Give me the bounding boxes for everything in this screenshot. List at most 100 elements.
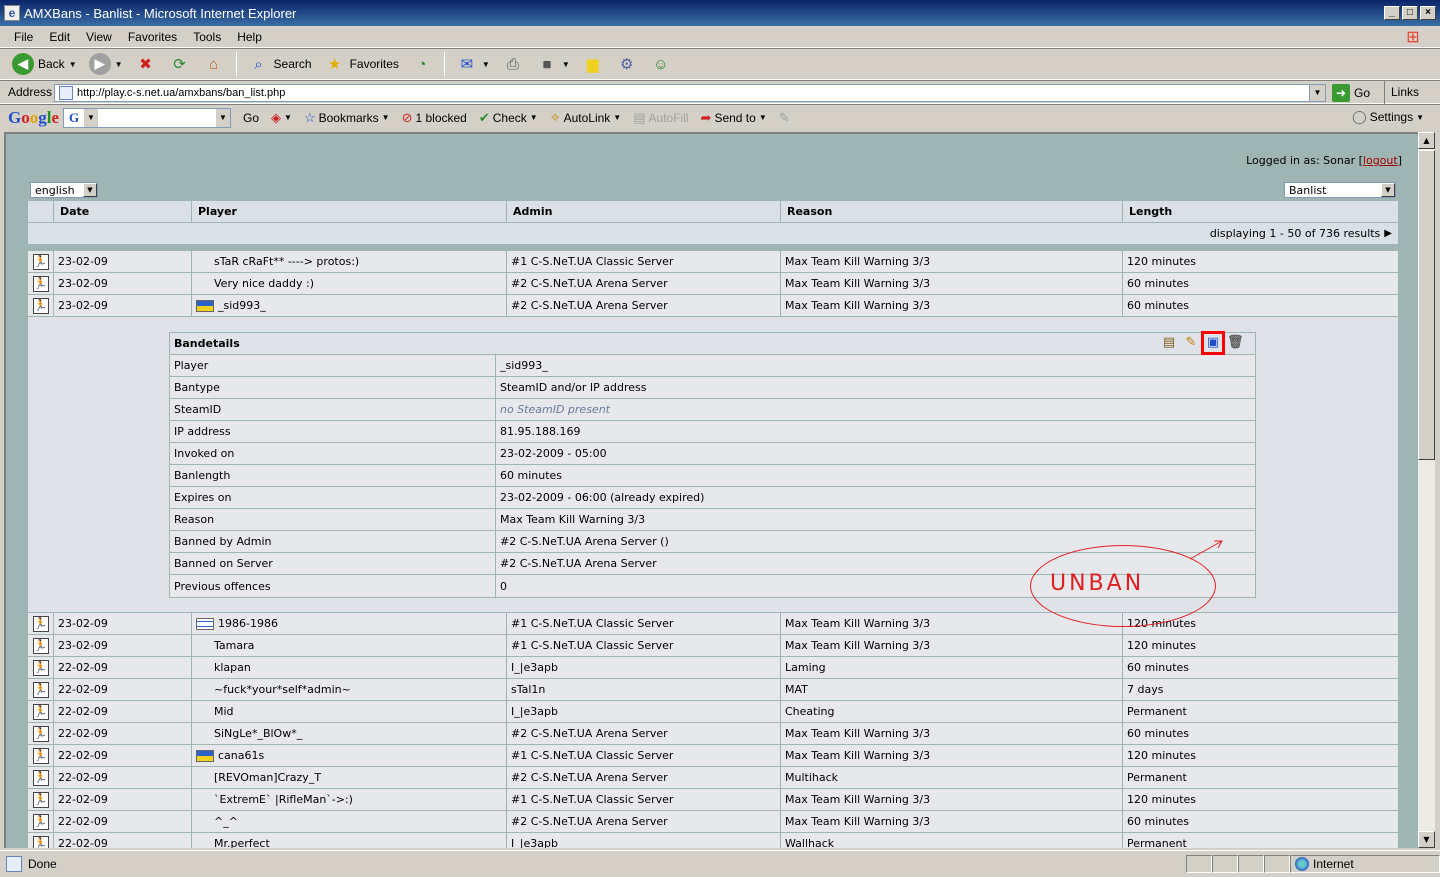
edit-pencil-icon[interactable]: ✎	[1183, 335, 1199, 351]
ban-detail-toggle[interactable]: 🏃	[28, 635, 54, 656]
refresh-button[interactable]: ⟳	[165, 50, 195, 78]
menu-help[interactable]: Help	[229, 30, 270, 44]
next-page-icon[interactable]: ▶	[1384, 228, 1392, 239]
player-run-icon[interactable]: 🏃	[32, 835, 49, 848]
chevron-down-icon[interactable]: ▼	[1381, 183, 1395, 197]
chevron-down-icon[interactable]: ▼	[482, 60, 490, 69]
table-row[interactable]: 🏃 23-02-09 Tamara #1 C-S.NeT.UA Classic Ser…	[28, 635, 1398, 657]
chevron-down-icon[interactable]: ▼	[69, 60, 77, 69]
player-run-icon[interactable]: 🏃	[32, 659, 49, 676]
delete-trash-icon[interactable]: 🗑	[1227, 335, 1244, 351]
table-row[interactable]: 🏃 22-02-09 cana61s #1 C-S.NeT.UA Classic Se…	[28, 745, 1398, 767]
settings-button[interactable]: ◯ Settings ▼	[1352, 109, 1424, 125]
chevron-down-icon[interactable]: ▼	[83, 183, 97, 197]
back-button[interactable]: ◀ Back ▼	[8, 50, 81, 78]
edit-button[interactable]: ■ ▼	[532, 50, 574, 78]
logout-link[interactable]: logout	[1363, 154, 1398, 167]
header-reason[interactable]: Reason	[781, 201, 1123, 222]
player-run-icon[interactable]: 🏃	[32, 703, 49, 720]
table-row[interactable]: 🏃 23-02-09 Very nice daddy :) #2 C-S.NeT.UA…	[28, 273, 1398, 295]
sendto-button[interactable]: ➦ Send to ▼	[695, 110, 773, 126]
language-select[interactable]: english ▼	[30, 182, 98, 198]
table-row[interactable]: 🏃 22-02-09 [REVOman]Crazy_T #2 C-S.NeT.UA A…	[28, 767, 1398, 789]
table-row[interactable]: 🏃 22-02-09 ^_^ #2 C-S.NeT.UA Arena Server Ma…	[28, 811, 1398, 833]
copy-details-icon[interactable]: ▤	[1161, 335, 1177, 351]
vertical-scrollbar[interactable]: ▲ ▼	[1418, 132, 1435, 848]
address-url[interactable]: http://play.c-s.net.ua/amxbans/ban_list.…	[77, 87, 1309, 99]
spellcheck-button[interactable]: ✔ Check ▼	[473, 110, 544, 126]
stop-button[interactable]: ✖	[131, 50, 161, 78]
links-button[interactable]: Links	[1384, 81, 1440, 105]
ban-detail-toggle[interactable]: 🏃	[28, 251, 54, 272]
google-search-input[interactable]: G ▼ ▼	[63, 107, 232, 128]
notes-button[interactable]: ▆	[578, 50, 608, 78]
messenger-button[interactable]: ☺	[646, 50, 676, 78]
ban-detail-toggle[interactable]: 🏃	[28, 745, 54, 766]
table-row[interactable]: 🏃 23-02-09 sTaR cRaFt** ----> protos:) #1 C…	[28, 251, 1398, 273]
home-button[interactable]: ⌂	[199, 50, 229, 78]
scroll-up-icon[interactable]: ▲	[1418, 132, 1435, 149]
history-button[interactable]: ◔	[407, 50, 437, 78]
scroll-thumb[interactable]	[1418, 150, 1435, 460]
close-button[interactable]: ×	[1420, 6, 1436, 20]
player-run-icon[interactable]: 🏃	[32, 615, 49, 632]
menu-view[interactable]: View	[78, 30, 120, 44]
table-row[interactable]: 🏃 22-02-09 `ExtremE` |RifleMan`->:) #1 C-S.…	[28, 789, 1398, 811]
ban-detail-toggle[interactable]: 🏃	[28, 273, 54, 294]
table-row[interactable]: 🏃 22-02-09 SiNgLe*_BlOw*_ #2 C-S.NeT.UA Are…	[28, 723, 1398, 745]
table-row[interactable]: 🏃 23-02-09 1986-1986 #1 C-S.NeT.UA Classic …	[28, 613, 1398, 635]
menu-favorites[interactable]: Favorites	[120, 30, 185, 44]
address-input[interactable]: http://play.c-s.net.ua/amxbans/ban_list.…	[54, 84, 1326, 102]
scroll-down-icon[interactable]: ▼	[1418, 831, 1435, 848]
ban-detail-toggle[interactable]: 🏃	[28, 613, 54, 634]
header-admin[interactable]: Admin	[507, 201, 781, 222]
search-button[interactable]: ⌕ Search	[244, 50, 316, 78]
chevron-down-icon[interactable]: ▼	[115, 60, 123, 69]
unban-icon[interactable]: ▣	[1201, 331, 1225, 355]
pagerank-button[interactable]: ◈ ▼	[265, 110, 298, 126]
ban-detail-toggle[interactable]: 🏃	[28, 789, 54, 810]
chevron-down-icon[interactable]: ▼	[84, 108, 99, 127]
chevron-down-icon[interactable]: ▼	[216, 108, 231, 127]
research-button[interactable]: ⚙	[612, 50, 642, 78]
player-run-icon[interactable]: 🏃	[32, 791, 49, 808]
menu-edit[interactable]: Edit	[41, 30, 78, 44]
go-button[interactable]: ➜ Go	[1332, 84, 1370, 102]
google-go-button[interactable]: Go	[237, 111, 265, 125]
table-row[interactable]: 🏃 22-02-09 Mr.perfect I_|e3apb Wallhack Perma…	[28, 833, 1398, 848]
autolink-button[interactable]: ✧ AutoLink ▼	[544, 110, 628, 126]
print-button[interactable]: ⎙	[498, 50, 528, 78]
ban-detail-toggle[interactable]: 🏃	[28, 701, 54, 722]
player-run-icon[interactable]: 🏃	[32, 297, 49, 314]
player-run-icon[interactable]: 🏃	[32, 275, 49, 292]
autofill-button[interactable]: ▤ AutoFill	[627, 110, 694, 126]
player-run-icon[interactable]: 🏃	[32, 813, 49, 830]
player-run-icon[interactable]: 🏃	[32, 681, 49, 698]
favorites-button[interactable]: ★ Favorites	[320, 50, 403, 78]
table-row[interactable]: 🏃 22-02-09 Mid I_|e3apb Cheating Permanent	[28, 701, 1398, 723]
header-length[interactable]: Length	[1123, 201, 1398, 222]
popup-blocker-button[interactable]: ⊘ 1 blocked	[396, 110, 473, 126]
view-select[interactable]: Banlist ▼	[1284, 182, 1396, 198]
chevron-down-icon[interactable]: ▼	[562, 60, 570, 69]
table-row[interactable]: 🏃 22-02-09 ~fuck*your*self*admin~ sTal1n MAT…	[28, 679, 1398, 701]
menu-tools[interactable]: Tools	[185, 30, 229, 44]
ban-detail-toggle[interactable]: 🏃	[28, 295, 54, 316]
ban-detail-toggle[interactable]: 🏃	[28, 767, 54, 788]
ban-detail-toggle[interactable]: 🏃	[28, 723, 54, 744]
ban-detail-toggle[interactable]: 🏃	[28, 811, 54, 832]
forward-button[interactable]: ▶ ▼	[85, 50, 127, 78]
header-player[interactable]: Player	[192, 201, 507, 222]
menu-file[interactable]: File	[6, 30, 41, 44]
player-run-icon[interactable]: 🏃	[32, 637, 49, 654]
header-date[interactable]: Date	[54, 201, 192, 222]
highlight-button[interactable]: ✎	[773, 110, 796, 126]
player-run-icon[interactable]: 🏃	[32, 253, 49, 270]
minimize-button[interactable]: _	[1384, 6, 1400, 20]
player-run-icon[interactable]: 🏃	[32, 747, 49, 764]
player-run-icon[interactable]: 🏃	[32, 769, 49, 786]
maximize-button[interactable]: □	[1402, 6, 1418, 20]
ban-detail-toggle[interactable]: 🏃	[28, 833, 54, 848]
table-row[interactable]: 🏃 23-02-09 _sid993_ #2 C-S.NeT.UA Arena Ser…	[28, 295, 1398, 317]
table-row[interactable]: 🏃 22-02-09 klapan I_|e3apb Laming 60 minutes	[28, 657, 1398, 679]
